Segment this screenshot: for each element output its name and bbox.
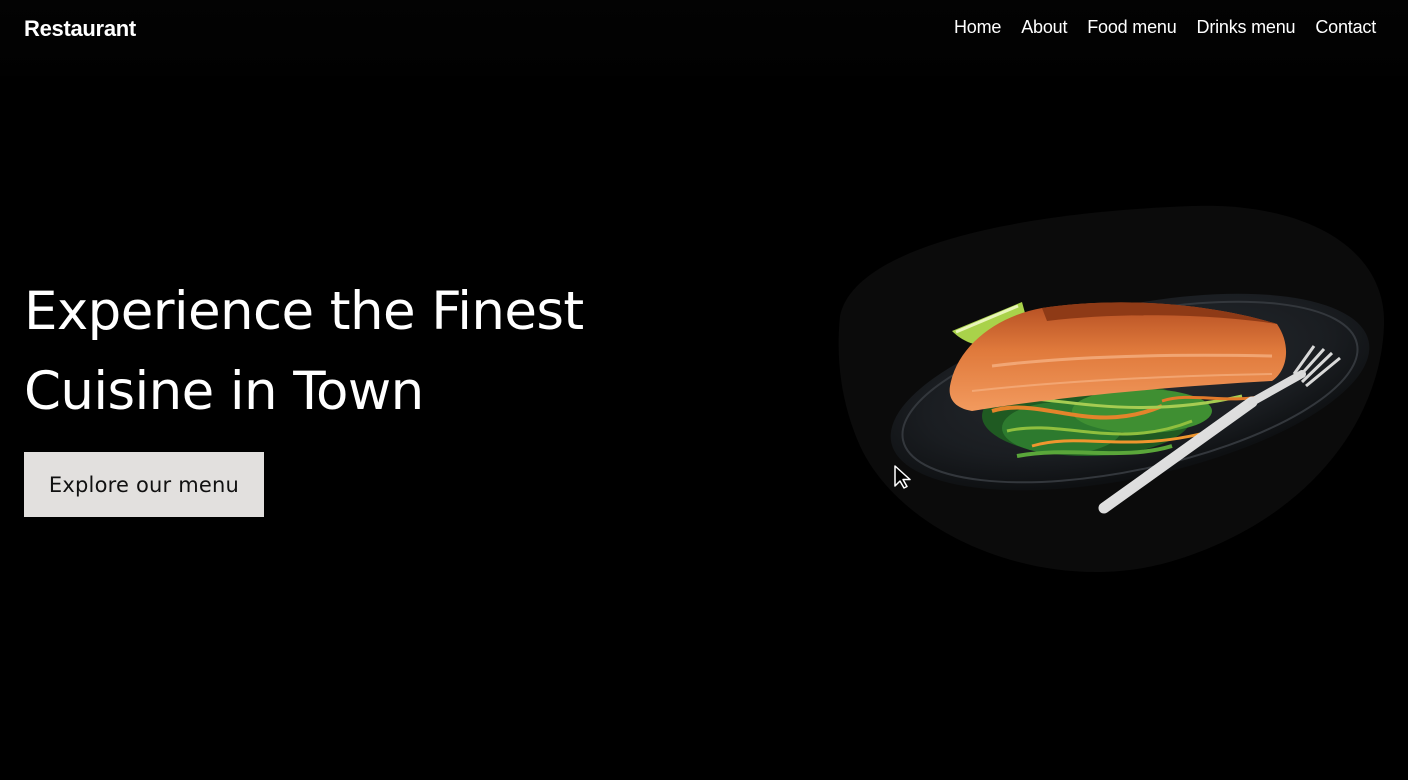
hero-title: Experience the Finest Cuisine in Town [24,272,624,432]
nav-home-link[interactable]: Home [954,17,1001,38]
nav-about-link[interactable]: About [1021,17,1067,38]
page: Restaurant Home About Food menu Drinks m… [0,0,1408,780]
pointer-cursor-icon [894,465,911,489]
nav-contact-link[interactable]: Contact [1315,17,1376,38]
hero-title-line-1: Experience the Finest [24,281,584,342]
main-nav: Home About Food menu Drinks menu Contact [954,17,1376,38]
explore-menu-button[interactable]: Explore our menu [24,452,264,517]
brand-logo[interactable]: Restaurant [24,16,136,42]
salmon-plate-image [838,205,1385,572]
nav-drinks-menu-link[interactable]: Drinks menu [1197,17,1296,38]
site-header: Restaurant Home About Food menu Drinks m… [0,0,1408,76]
hero-title-line-2: Cuisine in Town [24,361,424,422]
nav-food-menu-link[interactable]: Food menu [1087,17,1176,38]
